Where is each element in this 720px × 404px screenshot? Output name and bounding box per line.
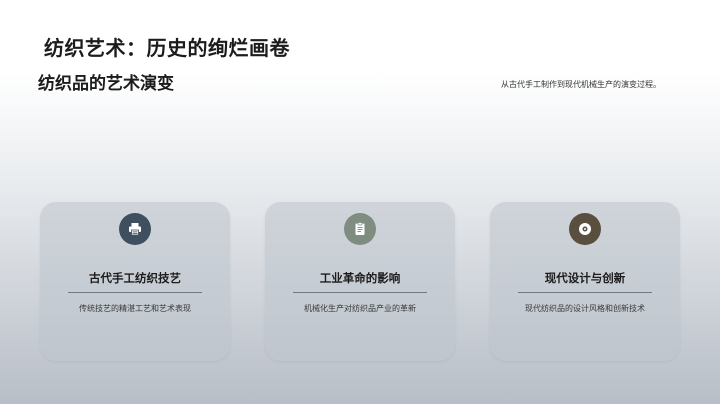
slide: 纺织艺术：历史的绚烂画卷 纺织品的艺术演变 从古代手工制作到现代机械生产的演变过… <box>0 0 720 404</box>
clipboard-icon <box>344 213 376 245</box>
card-row: 古代手工纺织技艺 传统技艺的精湛工艺和艺术表现 工业革命的影响 机械化生产对纺织… <box>40 202 680 361</box>
card-divider <box>68 292 202 293</box>
card-industrial-revolution: 工业革命的影响 机械化生产对纺织品产业的革新 <box>265 202 455 361</box>
card-text: 机械化生产对纺织品产业的革新 <box>304 304 416 313</box>
card-ancient-weaving: 古代手工纺织技艺 传统技艺的精湛工艺和艺术表现 <box>40 202 230 361</box>
slide-subtitle: 纺织品的艺术演变 <box>38 74 174 94</box>
card-title: 工业革命的影响 <box>319 271 401 285</box>
slide-title: 纺织艺术：历史的绚烂画卷 <box>44 36 290 60</box>
card-divider <box>293 292 427 293</box>
card-text: 传统技艺的精湛工艺和艺术表现 <box>79 304 191 313</box>
printer-icon <box>119 213 151 245</box>
card-title: 现代设计与创新 <box>544 271 626 285</box>
card-text: 现代纺织品的设计风格和创新技术 <box>525 304 645 313</box>
card-modern-design: 现代设计与创新 现代纺织品的设计风格和创新技术 <box>490 202 680 361</box>
card-divider <box>518 292 652 293</box>
card-title: 古代手工纺织技艺 <box>89 271 181 285</box>
disc-icon <box>569 213 601 245</box>
slide-description: 从古代手工制作到现代机械生产的演变过程。 <box>501 80 661 89</box>
